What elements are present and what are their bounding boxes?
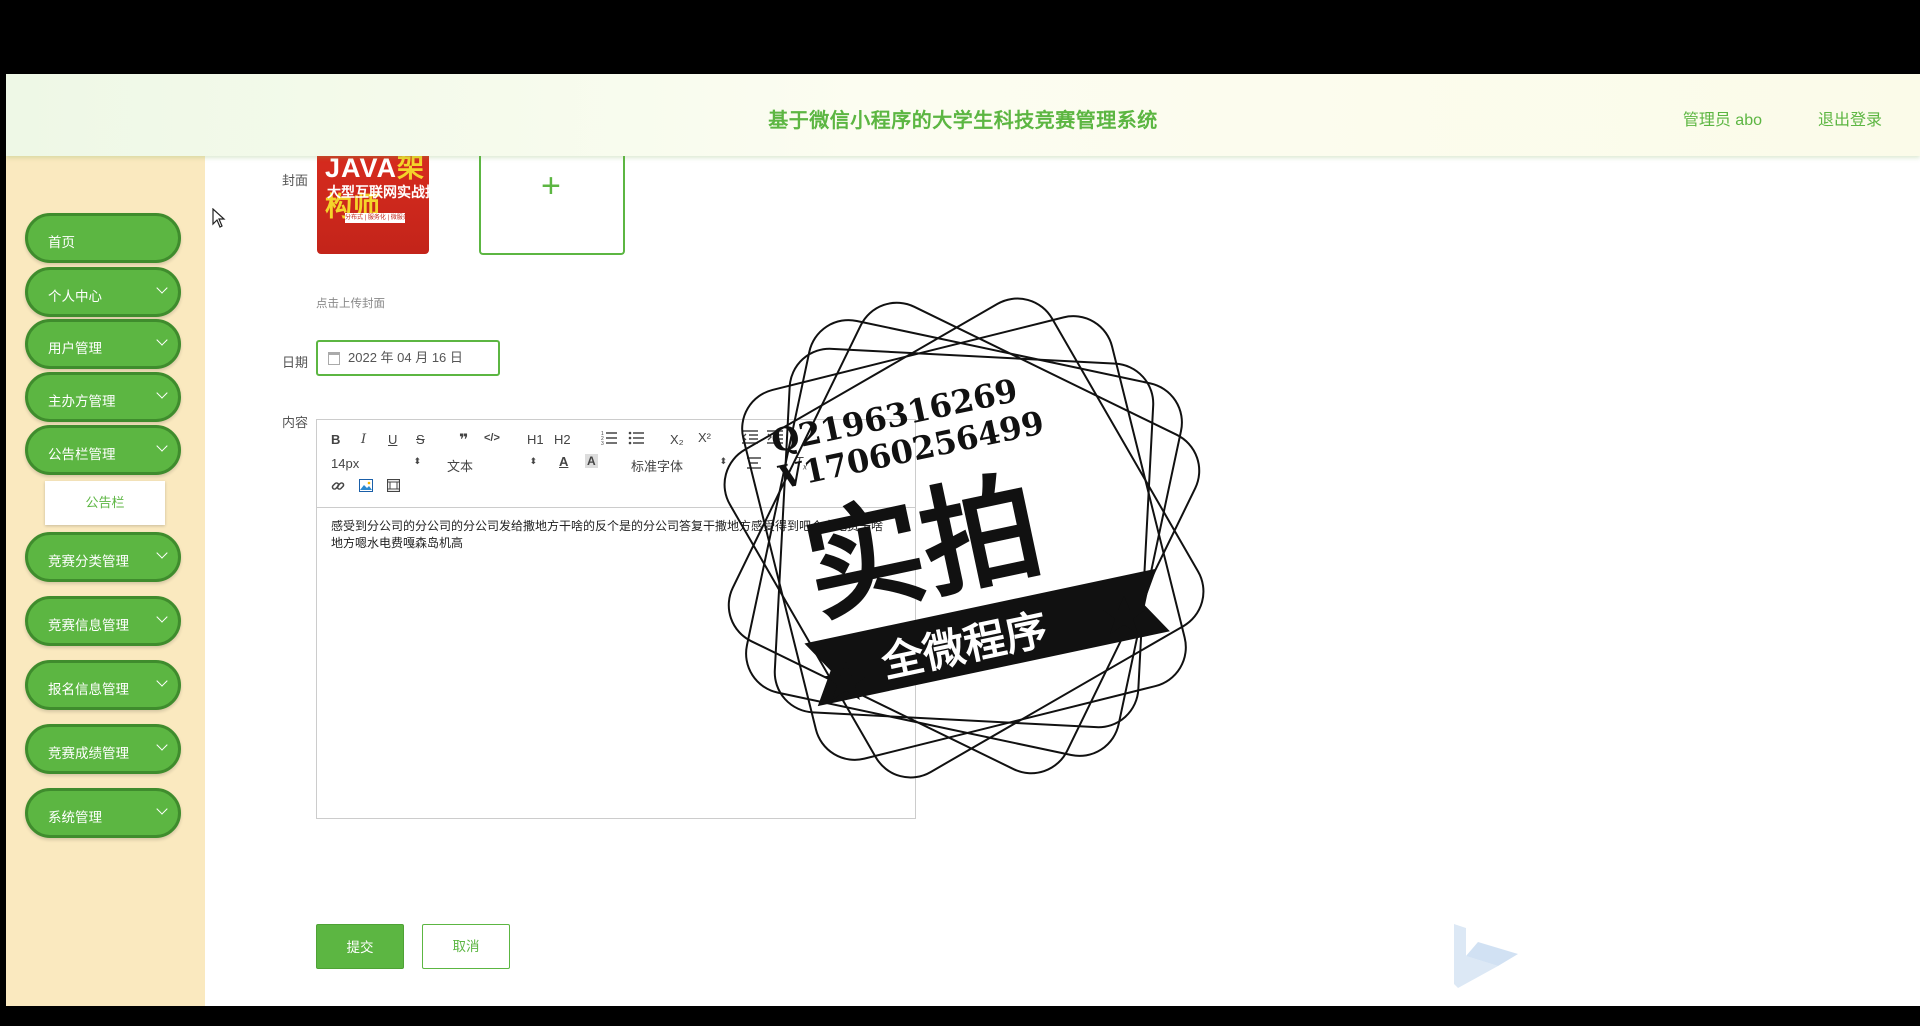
sidebar-item-label: 系统管理 bbox=[48, 810, 102, 825]
sidebar-item-label: 主办方管理 bbox=[48, 394, 116, 409]
outdent-icon[interactable] bbox=[742, 430, 758, 447]
date-value: 2022 年 04 月 16 日 bbox=[348, 350, 463, 365]
sidebar-item-label: 竞赛分类管理 bbox=[48, 554, 129, 569]
font-color-icon[interactable]: A bbox=[559, 454, 568, 469]
code-block-button[interactable]: </> bbox=[484, 432, 500, 444]
content-label: 内容 bbox=[282, 415, 309, 430]
sidebar-item-notices[interactable]: 公告栏管理 bbox=[25, 425, 181, 475]
plus-icon: + bbox=[541, 167, 561, 205]
blockquote-button[interactable]: ❞ bbox=[459, 430, 468, 450]
sidebar-item-label: 公告栏管理 bbox=[48, 447, 116, 462]
sidebar-item-organizers[interactable]: 主办方管理 bbox=[25, 372, 181, 422]
chevron-down-icon bbox=[156, 803, 168, 815]
sidebar-item-label: 首页 bbox=[48, 235, 75, 250]
sidebar-item-home[interactable]: 首页 bbox=[25, 213, 181, 263]
upload-hint: 点击上传封面 bbox=[316, 298, 385, 310]
sidebar: 首页 个人中心 用户管理 主办方管理 公告栏管理 公告栏 竞赛分类管理 竞赛信息… bbox=[6, 156, 205, 1006]
rich-text-editor[interactable]: B I U S ❞ </> H1 H2 123 X₂ X² 14px ⬍ 文本 … bbox=[316, 419, 916, 819]
cover-tagline: 分布式 | 服务化 | 微服务 | 架构专题 bbox=[345, 213, 405, 223]
sidebar-item-label: 用户管理 bbox=[48, 341, 102, 356]
chevron-down-icon bbox=[156, 282, 168, 294]
sidebar-item-contest-categories[interactable]: 竞赛分类管理 bbox=[25, 532, 181, 582]
date-label: 日期 bbox=[282, 355, 309, 370]
editor-toolbar: B I U S ❞ </> H1 H2 123 X₂ X² 14px ⬍ 文本 … bbox=[317, 420, 915, 508]
top-header: 基于微信小程序的大学生科技竞赛管理系统 管理员 abo 退出登录 bbox=[6, 74, 1920, 156]
chevron-down-icon bbox=[156, 334, 168, 346]
background-color-icon[interactable]: A bbox=[585, 454, 598, 468]
chevron-down-icon bbox=[156, 547, 168, 559]
sidebar-item-label: 竞赛信息管理 bbox=[48, 618, 129, 633]
link-icon[interactable] bbox=[331, 479, 345, 496]
font-family-select[interactable]: 标准字体 ⬍ bbox=[631, 456, 727, 475]
sidebar-item-label: 个人中心 bbox=[48, 289, 102, 304]
underline-button[interactable]: U bbox=[388, 432, 397, 447]
sidebar-item-profile[interactable]: 个人中心 bbox=[25, 267, 181, 317]
image-icon[interactable] bbox=[359, 479, 373, 495]
system-title: 基于微信小程序的大学生科技竞赛管理系统 bbox=[768, 110, 1158, 132]
clear-format-icon[interactable]: Tx bbox=[795, 454, 807, 472]
bold-button[interactable]: B bbox=[331, 432, 340, 447]
sidebar-item-results[interactable]: 竞赛成绩管理 bbox=[25, 724, 181, 774]
cover-label: 封面 bbox=[282, 173, 309, 188]
sidebar-item-label: 报名信息管理 bbox=[48, 682, 129, 697]
submenu-item-notice-board[interactable]: 公告栏 bbox=[45, 481, 165, 525]
mouse-cursor-icon bbox=[212, 208, 226, 228]
app-window: 基于微信小程序的大学生科技竞赛管理系统 管理员 abo 退出登录 首页 个人中心… bbox=[6, 74, 1920, 1006]
cover-upload-button[interactable]: + bbox=[479, 156, 625, 255]
italic-button[interactable]: I bbox=[361, 432, 366, 447]
strike-button[interactable]: S bbox=[416, 432, 425, 447]
select-arrow-icon: ⬍ bbox=[529, 456, 537, 466]
ordered-list-icon[interactable]: 123 bbox=[601, 429, 617, 448]
sidebar-item-contest-info[interactable]: 竞赛信息管理 bbox=[25, 596, 181, 646]
main-form-area: 封面 JAVA架构师 大型互联网实战技术 分布式 | 服务化 | 微服务 | 架… bbox=[205, 156, 1920, 1006]
superscript-button[interactable]: X² bbox=[698, 430, 711, 445]
chevron-down-icon bbox=[156, 739, 168, 751]
video-icon[interactable] bbox=[386, 478, 401, 495]
calendar-icon bbox=[328, 352, 340, 365]
align-icon[interactable] bbox=[747, 456, 761, 473]
bullet-list-icon[interactable] bbox=[628, 429, 644, 448]
indent-icon[interactable] bbox=[767, 430, 783, 447]
chevron-down-icon bbox=[156, 440, 168, 452]
cancel-button[interactable]: 取消 bbox=[422, 924, 510, 969]
current-user: 管理员 abo bbox=[1682, 112, 1762, 129]
sidebar-item-users[interactable]: 用户管理 bbox=[25, 319, 181, 369]
submit-button[interactable]: 提交 bbox=[316, 924, 404, 969]
font-size-select[interactable]: 14px ⬍ bbox=[331, 456, 421, 471]
cover-subtitle: 大型互联网实战技术 bbox=[327, 184, 429, 200]
date-picker-input[interactable]: 2022 年 04 月 16 日 bbox=[316, 340, 500, 376]
svg-text:3: 3 bbox=[601, 441, 604, 445]
chevron-down-icon bbox=[156, 675, 168, 687]
corner-logo-icon bbox=[1454, 924, 1518, 988]
sidebar-item-system[interactable]: 系统管理 bbox=[25, 788, 181, 838]
chevron-down-icon bbox=[156, 611, 168, 623]
h2-button[interactable]: H2 bbox=[554, 432, 571, 447]
h1-button[interactable]: H1 bbox=[527, 432, 544, 447]
sidebar-item-label: 竞赛成绩管理 bbox=[48, 746, 129, 761]
logout-link[interactable]: 退出登录 bbox=[1818, 106, 1882, 130]
block-type-select[interactable]: 文本 ⬍ bbox=[447, 456, 537, 475]
select-arrow-icon: ⬍ bbox=[719, 456, 727, 466]
editor-content[interactable]: 感受到分公司的分公司的分公司发给撒地方干啥的反个是的分公司答复干撒地方感受得到吧… bbox=[331, 518, 891, 552]
subscript-button[interactable]: X₂ bbox=[670, 432, 684, 447]
cover-thumbnail[interactable]: JAVA架构师 大型互联网实战技术 分布式 | 服务化 | 微服务 | 架构专题 bbox=[317, 156, 429, 254]
chevron-down-icon bbox=[156, 387, 168, 399]
sidebar-item-registrations[interactable]: 报名信息管理 bbox=[25, 660, 181, 710]
select-arrow-icon: ⬍ bbox=[413, 456, 421, 466]
